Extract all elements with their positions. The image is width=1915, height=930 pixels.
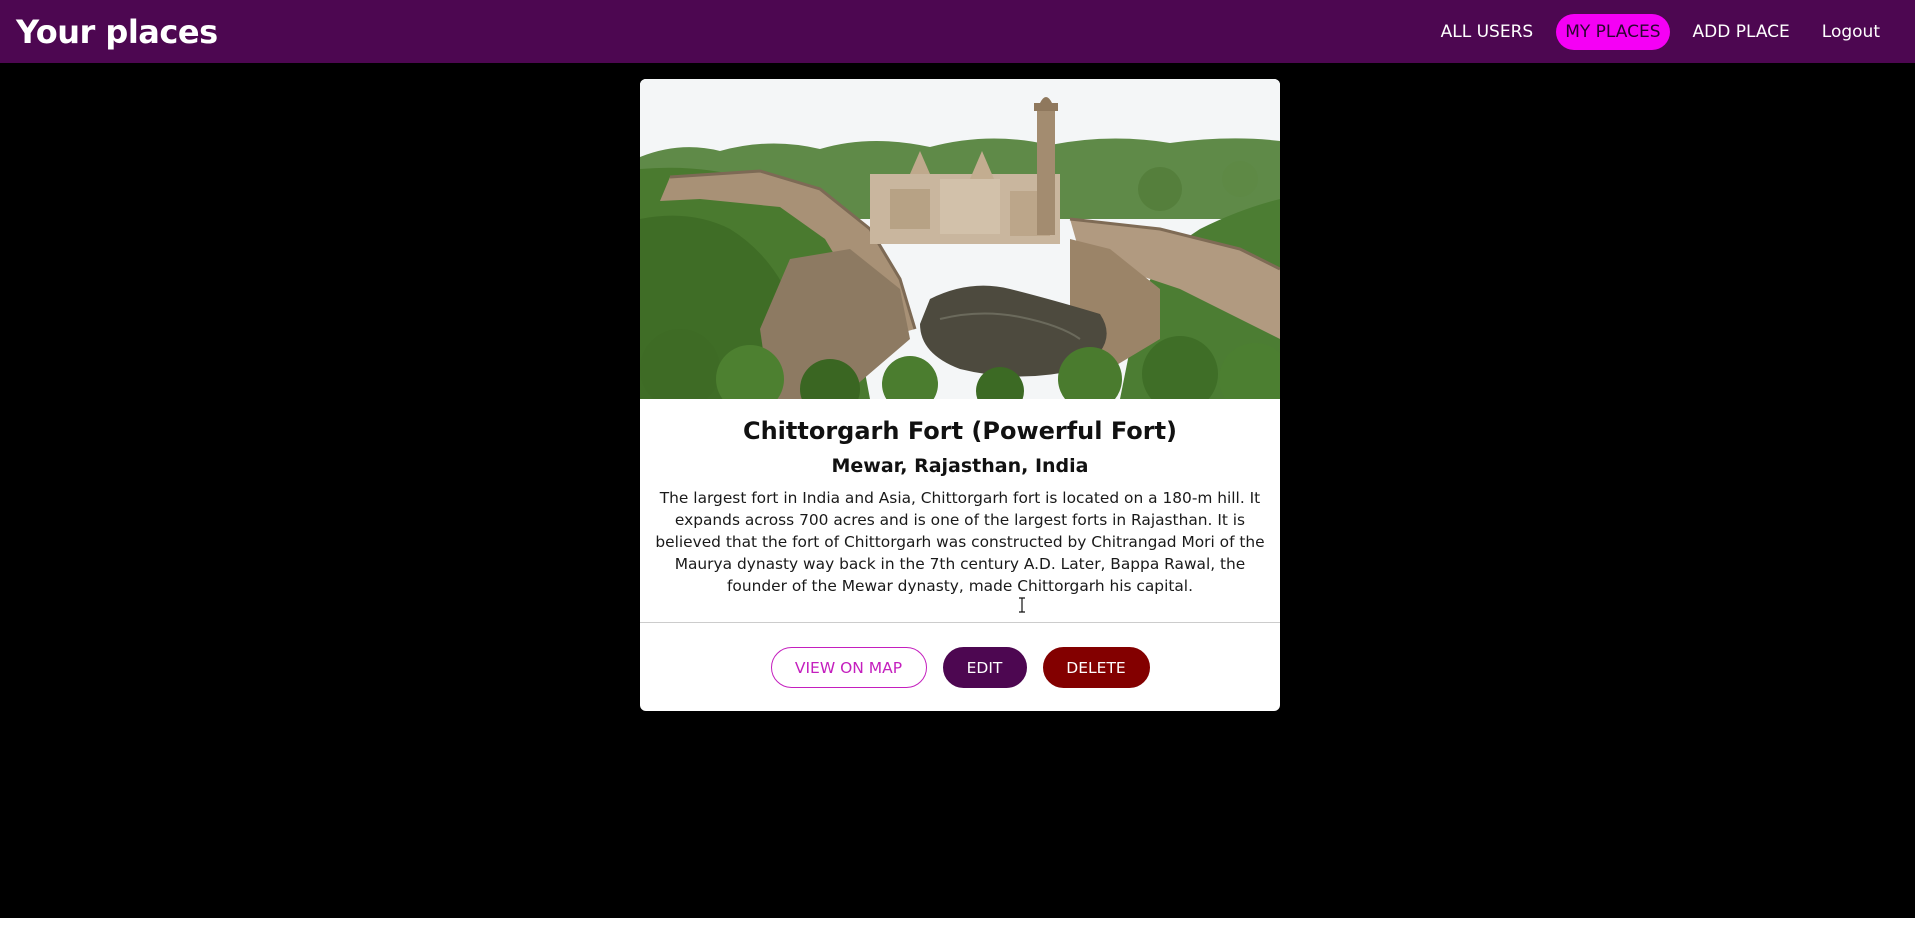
nav-logout[interactable]: Logout (1813, 14, 1889, 50)
main-navigation: ALL USERS MY PLACES ADD PLACE Logout (1432, 13, 1889, 50)
app-root: Your places ALL USERS MY PLACES ADD PLAC… (0, 0, 1915, 918)
site-title[interactable]: Your places (16, 13, 218, 51)
main-header: Your places ALL USERS MY PLACES ADD PLAC… (0, 0, 1915, 63)
delete-button[interactable]: DELETE (1042, 647, 1150, 688)
place-info: Chittorgarh Fort (Powerful Fort) Mewar, … (640, 399, 1280, 597)
place-description: The largest fort in India and Asia, Chit… (655, 489, 1265, 595)
place-image (640, 79, 1280, 399)
place-card: Chittorgarh Fort (Powerful Fort) Mewar, … (640, 79, 1280, 711)
nav-all-users[interactable]: ALL USERS (1432, 14, 1543, 50)
view-on-map-button[interactable]: VIEW ON MAP (770, 647, 927, 688)
place-address: Mewar, Rajasthan, India (831, 455, 1089, 477)
nav-add-place[interactable]: ADD PLACE (1684, 14, 1799, 50)
text-cursor-icon (1019, 597, 1025, 613)
edit-button[interactable]: EDIT (942, 647, 1027, 688)
place-actions: VIEW ON MAP EDIT DELETE (640, 647, 1280, 688)
place-title: Chittorgarh Fort (Powerful Fort) (742, 417, 1178, 445)
nav-my-places[interactable]: MY PLACES (1556, 13, 1670, 50)
card-divider (640, 622, 1280, 623)
